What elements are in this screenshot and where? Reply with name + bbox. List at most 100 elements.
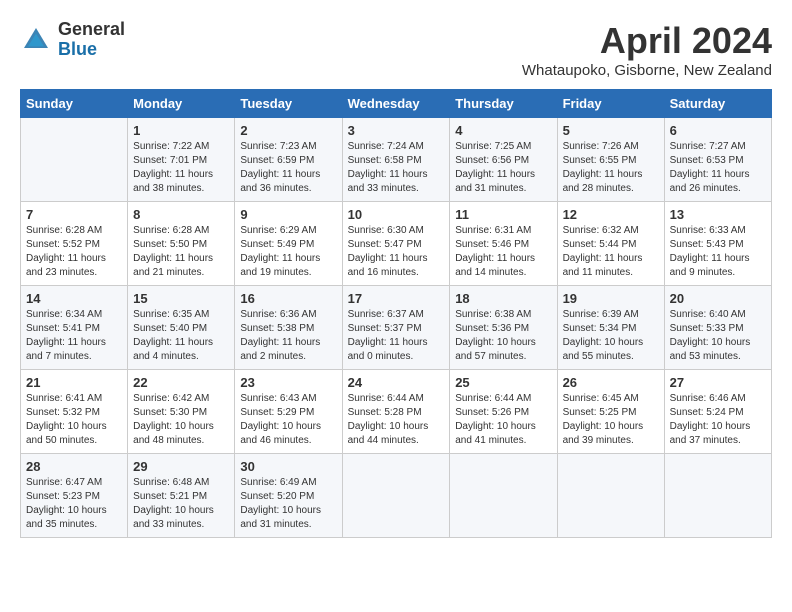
day-number: 20 — [670, 291, 766, 306]
day-info: Sunrise: 6:47 AM Sunset: 5:23 PM Dayligh… — [26, 476, 122, 532]
calendar-cell: 11 Sunrise: 6:31 AM Sunset: 5:46 PM Dayli… — [450, 202, 557, 286]
day-info: Sunrise: 6:44 AM Sunset: 5:26 PM Dayligh… — [455, 392, 551, 448]
day-info: Sunrise: 6:29 AM Sunset: 5:49 PM Dayligh… — [240, 224, 336, 280]
page-header: General Blue April 2024 Whataupoko, Gisb… — [20, 20, 772, 79]
calendar-cell: 22 Sunrise: 6:42 AM Sunset: 5:30 PM Dayli… — [128, 370, 235, 454]
day-info: Sunrise: 6:49 AM Sunset: 5:20 PM Dayligh… — [240, 476, 336, 532]
day-info: Sunrise: 6:40 AM Sunset: 5:33 PM Dayligh… — [670, 308, 766, 364]
day-info: Sunrise: 7:27 AM Sunset: 6:53 PM Dayligh… — [670, 140, 766, 196]
calendar-cell: 12 Sunrise: 6:32 AM Sunset: 5:44 PM Dayli… — [557, 202, 664, 286]
day-info: Sunrise: 6:36 AM Sunset: 5:38 PM Dayligh… — [240, 308, 336, 364]
calendar-week-3: 21 Sunrise: 6:41 AM Sunset: 5:32 PM Dayli… — [21, 370, 772, 454]
day-number: 2 — [240, 123, 336, 138]
day-number: 27 — [670, 375, 766, 390]
day-info: Sunrise: 6:31 AM Sunset: 5:46 PM Dayligh… — [455, 224, 551, 280]
day-number: 22 — [133, 375, 229, 390]
calendar-cell: 5 Sunrise: 7:26 AM Sunset: 6:55 PM Daylig… — [557, 118, 664, 202]
location-text: Whataupoko, Gisborne, New Zealand — [522, 62, 772, 79]
col-friday: Friday — [557, 90, 664, 118]
day-number: 23 — [240, 375, 336, 390]
day-number: 13 — [670, 207, 766, 222]
calendar-week-4: 28 Sunrise: 6:47 AM Sunset: 5:23 PM Dayli… — [21, 454, 772, 538]
logo-icon — [20, 24, 52, 56]
day-info: Sunrise: 7:26 AM Sunset: 6:55 PM Dayligh… — [563, 140, 659, 196]
calendar-cell: 23 Sunrise: 6:43 AM Sunset: 5:29 PM Dayli… — [235, 370, 342, 454]
calendar-cell: 8Sunrise: 6:28 AM Sunset: 5:50 PM Daylig… — [128, 202, 235, 286]
day-number: 7 — [26, 207, 122, 222]
day-info: Sunrise: 6:39 AM Sunset: 5:34 PM Dayligh… — [563, 308, 659, 364]
day-info: Sunrise: 6:35 AM Sunset: 5:40 PM Dayligh… — [133, 308, 229, 364]
calendar-cell: 4 Sunrise: 7:25 AM Sunset: 6:56 PM Daylig… — [450, 118, 557, 202]
day-info: Sunrise: 6:48 AM Sunset: 5:21 PM Dayligh… — [133, 476, 229, 532]
logo-blue-text: Blue — [58, 40, 125, 60]
day-info: Sunrise: 6:46 AM Sunset: 5:24 PM Dayligh… — [670, 392, 766, 448]
day-info: Sunrise: 6:43 AM Sunset: 5:29 PM Dayligh… — [240, 392, 336, 448]
day-number: 16 — [240, 291, 336, 306]
day-info: Sunrise: 7:25 AM Sunset: 6:56 PM Dayligh… — [455, 140, 551, 196]
day-number: 11 — [455, 207, 551, 222]
day-info: Sunrise: 6:34 AM Sunset: 5:41 PM Dayligh… — [26, 308, 122, 364]
calendar-cell: 25 Sunrise: 6:44 AM Sunset: 5:26 PM Dayli… — [450, 370, 557, 454]
col-wednesday: Wednesday — [342, 90, 450, 118]
calendar-week-1: 7Sunrise: 6:28 AM Sunset: 5:52 PM Daylig… — [21, 202, 772, 286]
calendar-body: 1 Sunrise: 7:22 AM Sunset: 7:01 PM Daylig… — [21, 118, 772, 538]
calendar-header: Sunday Monday Tuesday Wednesday Thursday… — [21, 90, 772, 118]
day-number: 24 — [348, 375, 445, 390]
day-number: 25 — [455, 375, 551, 390]
day-info: Sunrise: 6:42 AM Sunset: 5:30 PM Dayligh… — [133, 392, 229, 448]
col-tuesday: Tuesday — [235, 90, 342, 118]
title-block: April 2024 Whataupoko, Gisborne, New Zea… — [522, 20, 772, 79]
calendar-cell: 13Sunrise: 6:33 AM Sunset: 5:43 PM Dayli… — [664, 202, 771, 286]
calendar-cell — [664, 454, 771, 538]
calendar-week-2: 14Sunrise: 6:34 AM Sunset: 5:41 PM Dayli… — [21, 286, 772, 370]
day-info: Sunrise: 6:30 AM Sunset: 5:47 PM Dayligh… — [348, 224, 445, 280]
day-info: Sunrise: 6:32 AM Sunset: 5:44 PM Dayligh… — [563, 224, 659, 280]
calendar-cell — [557, 454, 664, 538]
calendar-cell: 14Sunrise: 6:34 AM Sunset: 5:41 PM Dayli… — [21, 286, 128, 370]
day-info: Sunrise: 7:23 AM Sunset: 6:59 PM Dayligh… — [240, 140, 336, 196]
day-number: 10 — [348, 207, 445, 222]
calendar-cell: 30Sunrise: 6:49 AM Sunset: 5:20 PM Dayli… — [235, 454, 342, 538]
calendar-cell — [450, 454, 557, 538]
day-number: 17 — [348, 291, 445, 306]
day-number: 18 — [455, 291, 551, 306]
day-number: 4 — [455, 123, 551, 138]
calendar-cell — [21, 118, 128, 202]
calendar-cell: 28 Sunrise: 6:47 AM Sunset: 5:23 PM Dayli… — [21, 454, 128, 538]
day-info: Sunrise: 6:37 AM Sunset: 5:37 PM Dayligh… — [348, 308, 445, 364]
day-number: 26 — [563, 375, 659, 390]
calendar-cell: 15 Sunrise: 6:35 AM Sunset: 5:40 PM Dayli… — [128, 286, 235, 370]
day-number: 3 — [348, 123, 445, 138]
calendar-cell: 16 Sunrise: 6:36 AM Sunset: 5:38 PM Dayli… — [235, 286, 342, 370]
calendar-table: Sunday Monday Tuesday Wednesday Thursday… — [20, 89, 772, 538]
header-row: Sunday Monday Tuesday Wednesday Thursday… — [21, 90, 772, 118]
day-number: 15 — [133, 291, 229, 306]
calendar-cell: 6 Sunrise: 7:27 AM Sunset: 6:53 PM Daylig… — [664, 118, 771, 202]
logo-text: General Blue — [58, 20, 125, 60]
col-sunday: Sunday — [21, 90, 128, 118]
day-info: Sunrise: 7:24 AM Sunset: 6:58 PM Dayligh… — [348, 140, 445, 196]
day-number: 21 — [26, 375, 122, 390]
day-number: 28 — [26, 459, 122, 474]
day-number: 8 — [133, 207, 229, 222]
day-number: 6 — [670, 123, 766, 138]
day-number: 19 — [563, 291, 659, 306]
calendar-cell: 7Sunrise: 6:28 AM Sunset: 5:52 PM Daylig… — [21, 202, 128, 286]
calendar-cell: 21 Sunrise: 6:41 AM Sunset: 5:32 PM Dayli… — [21, 370, 128, 454]
day-number: 1 — [133, 123, 229, 138]
calendar-cell: 20 Sunrise: 6:40 AM Sunset: 5:33 PM Dayli… — [664, 286, 771, 370]
day-number: 12 — [563, 207, 659, 222]
calendar-cell: 9 Sunrise: 6:29 AM Sunset: 5:49 PM Daylig… — [235, 202, 342, 286]
day-info: Sunrise: 6:38 AM Sunset: 5:36 PM Dayligh… — [455, 308, 551, 364]
logo: General Blue — [20, 20, 125, 60]
day-info: Sunrise: 6:41 AM Sunset: 5:32 PM Dayligh… — [26, 392, 122, 448]
day-info: Sunrise: 7:22 AM Sunset: 7:01 PM Dayligh… — [133, 140, 229, 196]
day-number: 5 — [563, 123, 659, 138]
day-number: 9 — [240, 207, 336, 222]
calendar-cell: 24Sunrise: 6:44 AM Sunset: 5:28 PM Dayli… — [342, 370, 450, 454]
calendar-cell: 10 Sunrise: 6:30 AM Sunset: 5:47 PM Dayli… — [342, 202, 450, 286]
calendar-cell: 26Sunrise: 6:45 AM Sunset: 5:25 PM Dayli… — [557, 370, 664, 454]
calendar-cell: 18 Sunrise: 6:38 AM Sunset: 5:36 PM Dayli… — [450, 286, 557, 370]
day-number: 29 — [133, 459, 229, 474]
col-saturday: Saturday — [664, 90, 771, 118]
